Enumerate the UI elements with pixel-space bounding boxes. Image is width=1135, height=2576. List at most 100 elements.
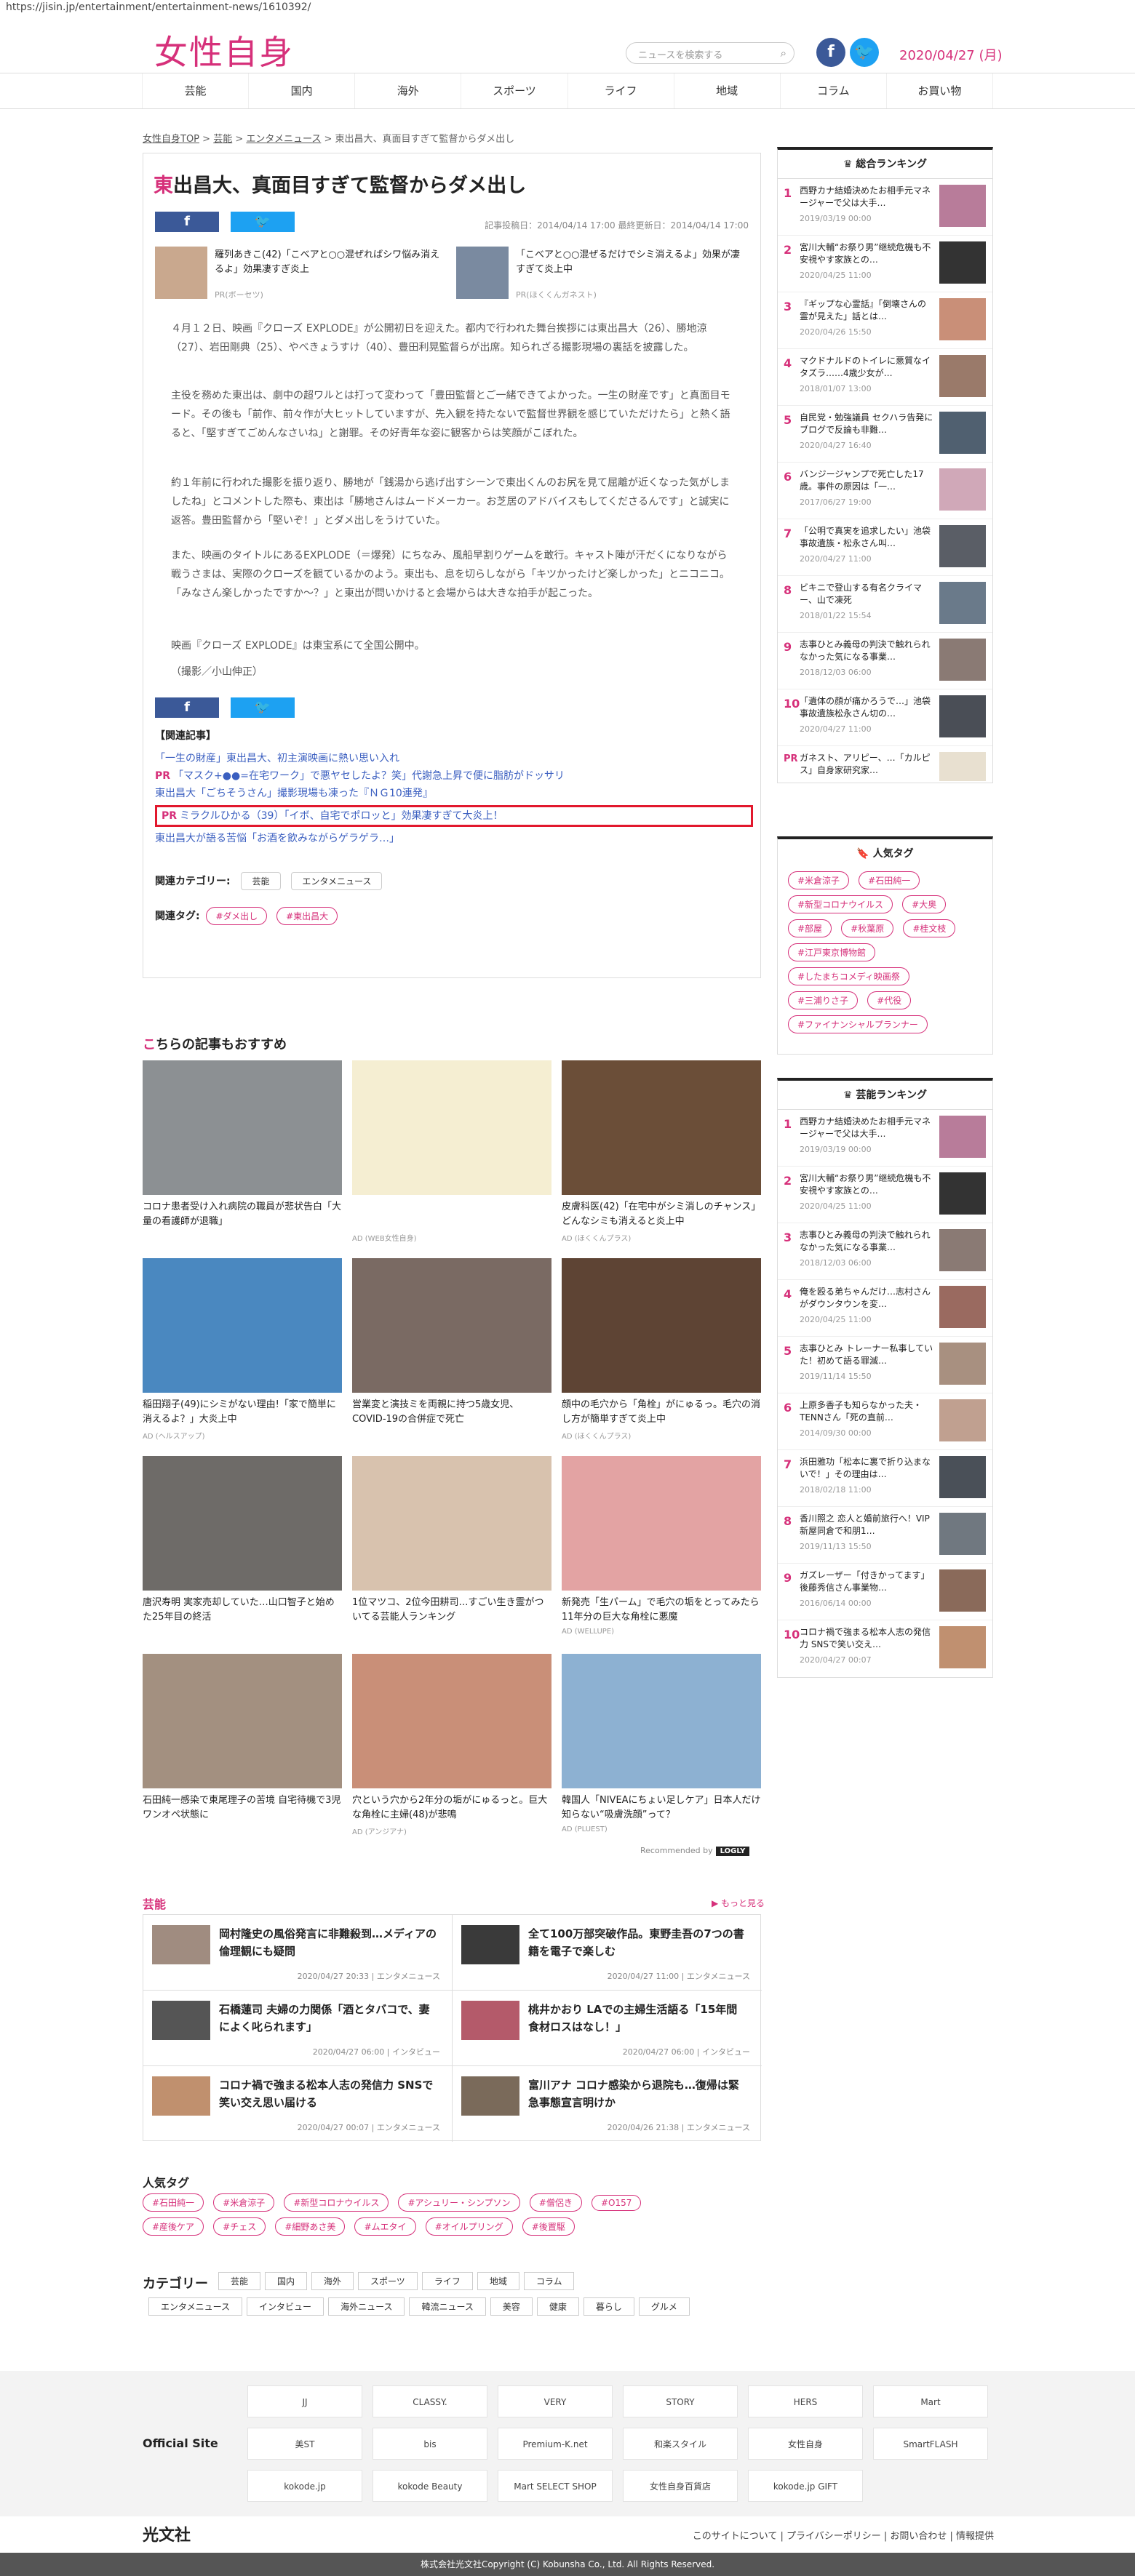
recommend-card[interactable]: 韓国人「NIVEAにちょい足しケア」日本人だけ知らない“吸膚洗顔”って？ AD (… — [562, 1654, 761, 1843]
tag-pill[interactable]: #チェス — [213, 2217, 266, 2236]
nav-item[interactable]: 国内 — [248, 73, 354, 108]
tag-pill[interactable]: #ダメ出し — [206, 907, 268, 925]
official-site-link[interactable]: bis — [373, 2428, 487, 2460]
official-site-link[interactable]: SmartFLASH — [873, 2428, 988, 2460]
tag-pill[interactable]: #江戸東京博物館 — [788, 943, 876, 961]
facebook-share-button[interactable]: f — [155, 212, 219, 232]
nav-item[interactable]: 地域 — [673, 73, 780, 108]
footer-links[interactable]: このサイトについて | プライバシーポリシー | お問い合わせ | 情報提供 — [693, 2528, 994, 2542]
tag-pill[interactable]: #したまちコメディ映画祭 — [788, 967, 909, 985]
ranking-item[interactable]: 5 自民党・勉強議員 セクハラ告発にブログで反論も非難… 2020/04/27 16… — [778, 406, 992, 463]
official-site-link[interactable]: kokode.jp — [247, 2470, 362, 2502]
category-button[interactable]: スポーツ — [358, 2272, 418, 2290]
recommend-card[interactable]: 唐沢寿明 実家売却していた…山口智子と始めた25年目の終活 — [143, 1456, 342, 1645]
breadcrumb-category[interactable]: 芸能 — [213, 134, 232, 145]
category-button[interactable]: グルメ — [638, 2297, 690, 2316]
list-item[interactable]: 岡村隆史の風俗発言に非難殺到…メディアの倫理観にも疑問 2020/04/27 20… — [143, 1915, 453, 1991]
category-button[interactable]: 海外 — [311, 2272, 354, 2290]
pr-link[interactable]: 羅列あきこ(42)「こべアと○○混ぜればシワ悩み消えるよ」効果凄すぎ炎上 PR(… — [155, 247, 446, 305]
official-site-link[interactable]: JJ — [247, 2385, 362, 2417]
ranking-item[interactable]: 3 『ギップな心霊話』「倒壊さんの霊が見えた」話とは… 2020/04/26 15:… — [778, 292, 992, 349]
tag-pill[interactable]: #三浦りさ子 — [788, 991, 859, 1009]
ranking-item[interactable]: 1 西野カナ結婚決めたお相手元マネージャーで父は大手… 2019/03/19 00:… — [778, 1110, 992, 1167]
category-button[interactable]: 健康 — [536, 2297, 579, 2316]
ranking-item[interactable]: 4 マクドナルドのトイレに悪質なイタズラ……4歳少女が… 2018/01/07 13… — [778, 349, 992, 406]
breadcrumb-subcategory[interactable]: エンタメニュース — [246, 134, 321, 145]
ranking-item[interactable]: 9 志事ひとみ義母の判決で触れられなかった気になる事業… 2018/12/03 06… — [778, 633, 992, 689]
related-link-highlighted[interactable]: PR ミラクルひかる（39）「イボ、自宅でポロッと」効果凄すぎて大炎上！ — [155, 805, 753, 827]
ranking-item[interactable]: 10 コロナ禍で強まる松本人志の発信力 SNSで笑い交え… 2020/04/27 0… — [778, 1620, 992, 1677]
ranking-item[interactable]: 8 香川照之 恋人と婚前旅行へ！VIP新屋同倉で和朋1… 2019/11/13 15… — [778, 1507, 992, 1564]
tag-pill[interactable]: #部屋 — [788, 919, 832, 937]
official-site-link[interactable]: kokode Beauty — [373, 2470, 487, 2502]
tag-pill[interactable]: #ファイナンシャルプランナー — [788, 1015, 928, 1033]
tag-pill[interactable]: #石田純一 — [143, 2193, 204, 2212]
official-site-link[interactable]: 美ST — [247, 2428, 362, 2460]
official-site-link[interactable]: STORY — [623, 2385, 738, 2417]
ranking-item[interactable]: 2 宮川大輔“お祭り男”继続危機も不安視やす家族との… 2020/04/25 11:… — [778, 236, 992, 292]
category-button[interactable]: インタビュー — [247, 2297, 324, 2316]
twitter-share-button[interactable]: 🐦 — [231, 697, 295, 718]
tag-pill[interactable]: #代役 — [867, 991, 912, 1009]
recommend-card[interactable]: 営業変と演技ミを両親に持つ5歳女児、COVID-19の合併症で死亡 — [352, 1258, 551, 1447]
twitter-share-button[interactable]: 🐦 — [231, 212, 295, 232]
tag-pill[interactable]: #僧侶き — [529, 2193, 582, 2212]
nav-item[interactable]: スポーツ — [461, 73, 567, 108]
ranking-item[interactable]: 4 俺を殴る弟ちゃんだけ…志村さんがダウンタウンを変… 2020/04/25 11:… — [778, 1280, 992, 1337]
recommend-card[interactable]: 1位マツコ、2位今田耕司…すごい生き霊がついてる芸能人ランキング — [352, 1456, 551, 1645]
official-site-link[interactable]: CLASSY. — [373, 2385, 487, 2417]
recommend-card[interactable]: 稲田翔子(49)にシミがない理由!「家で簡単に消えるよ？」大炎上中 AD (ヘルス… — [143, 1258, 342, 1447]
official-site-link[interactable]: VERY — [498, 2385, 613, 2417]
category-button[interactable]: 海外ニュース — [328, 2297, 405, 2316]
official-site-link[interactable]: HERS — [748, 2385, 863, 2417]
category-button[interactable]: ライフ — [421, 2272, 473, 2290]
nav-item[interactable]: お買い物 — [885, 73, 993, 108]
tag-pill[interactable]: #細野あさ美 — [275, 2217, 346, 2236]
list-item[interactable]: 石橋蓮司 夫婦の力関係「酒とタバコで、妻によく叱られます」 2020/04/27 … — [143, 1991, 453, 2066]
category-button[interactable]: 芸能 — [218, 2272, 261, 2290]
ranking-item[interactable]: 8 ビキニで登山する有名クライマー、山で凍死 2018/01/22 15:54 — [778, 576, 992, 633]
category-button[interactable]: 国内 — [265, 2272, 308, 2290]
category-button[interactable]: 地域 — [477, 2272, 519, 2290]
search-icon[interactable]: ⌕ — [781, 47, 786, 60]
tag-pill[interactable]: #後置駆 — [522, 2217, 575, 2236]
publisher-logo[interactable]: 光文社 — [143, 2522, 191, 2545]
related-link[interactable]: 「一生の財産」東出昌大、初主演映画に熱い思い入れ — [155, 750, 752, 767]
tag-pill[interactable]: #大奥 — [902, 895, 947, 913]
official-site-link[interactable]: 女性自身 — [748, 2428, 863, 2460]
tag-pill[interactable]: #東出昌大 — [276, 907, 338, 925]
tag-pill[interactable]: #新型コロナウイルス — [788, 895, 893, 913]
nav-item[interactable]: コラム — [779, 73, 886, 108]
breadcrumb-home[interactable]: 女性自身TOP — [143, 134, 199, 145]
official-site-link[interactable]: Mart — [873, 2385, 988, 2417]
recommend-card[interactable]: 顔中の毛穴から「角栓」がにゅるっ。毛穴の消し方が簡単すぎて炎上中 AD (ほくくん… — [562, 1258, 761, 1447]
official-site-link[interactable]: 女性自身百貨店 — [623, 2470, 738, 2502]
official-site-link[interactable]: Premium-K.net — [498, 2428, 613, 2460]
nav-item[interactable]: 海外 — [354, 73, 461, 108]
ranking-item[interactable]: 6 バンジージャンプで死亡した17歳。事件の原因は「一… 2017/06/27 19… — [778, 463, 992, 519]
recommend-card[interactable]: 新発売「生パーム」で毛穴の垢をとってみたら11年分の巨大な角栓に悪魔 AD (WE… — [562, 1456, 761, 1645]
related-link[interactable]: 東出昌大「ごちそうさん」撮影現場も凍った『ＮＧ10連発』 — [155, 785, 752, 802]
official-site-link[interactable]: 和楽スタイル — [623, 2428, 738, 2460]
tag-pill[interactable]: #桂文枝 — [903, 919, 956, 937]
twitter-icon[interactable]: 🐦 — [850, 38, 879, 67]
logly-logo[interactable]: LOGLY — [715, 1847, 750, 1856]
nav-item[interactable]: ライフ — [567, 73, 674, 108]
list-item[interactable]: 全て100万部突破作品。東野圭吾の7つの書籍を電子で楽しむ 2020/04/27 … — [453, 1915, 762, 1991]
site-logo[interactable]: 女性自身 — [154, 26, 294, 74]
list-item[interactable]: 富川アナ コロナ感染から退院も…復帰は緊急事態宣言明けか 2020/04/26 2… — [453, 2066, 762, 2142]
category-button[interactable]: 暮らし — [583, 2297, 634, 2316]
category-button[interactable]: 美容 — [490, 2297, 533, 2316]
related-link[interactable]: PR 「マスク+●●=在宅ワーク」で悪ヤセしたよ？笑」代謝急上昇で便に脂肪がドッサ… — [155, 767, 752, 785]
nav-item[interactable]: 芸能 — [142, 73, 248, 108]
facebook-share-button[interactable]: f — [155, 697, 219, 718]
recommend-card[interactable]: AD (WEB女性自身) — [352, 1060, 551, 1249]
tag-pill[interactable]: #O157 — [591, 2195, 642, 2211]
related-link[interactable]: 東出昌大が語る苦悩「お酒を飲みながらゲラゲラ…」 — [155, 830, 752, 847]
ranking-item[interactable]: 6 上原多香子も知らなかった夫・TENNさん「死の直前… 2014/09/30 00… — [778, 1393, 992, 1450]
recommend-card[interactable]: 皮膚科医(42)「在宅中がシミ消しのチャンス」どんなシミも消えると炎上中 AD (… — [562, 1060, 761, 1249]
official-site-link[interactable]: kokode.jp GIFT — [748, 2470, 863, 2502]
list-item[interactable]: 桃井かおり LAでの主婦生活語る「15年間食材ロスはなし！」 2020/04/27… — [453, 1991, 762, 2066]
tag-pill[interactable]: #ムエタイ — [354, 2217, 416, 2236]
ranking-item[interactable]: 10 「遺体の顔が痛かろうで…」池袋事故遺族松永さん切の… 2020/04/27 1… — [778, 689, 992, 746]
